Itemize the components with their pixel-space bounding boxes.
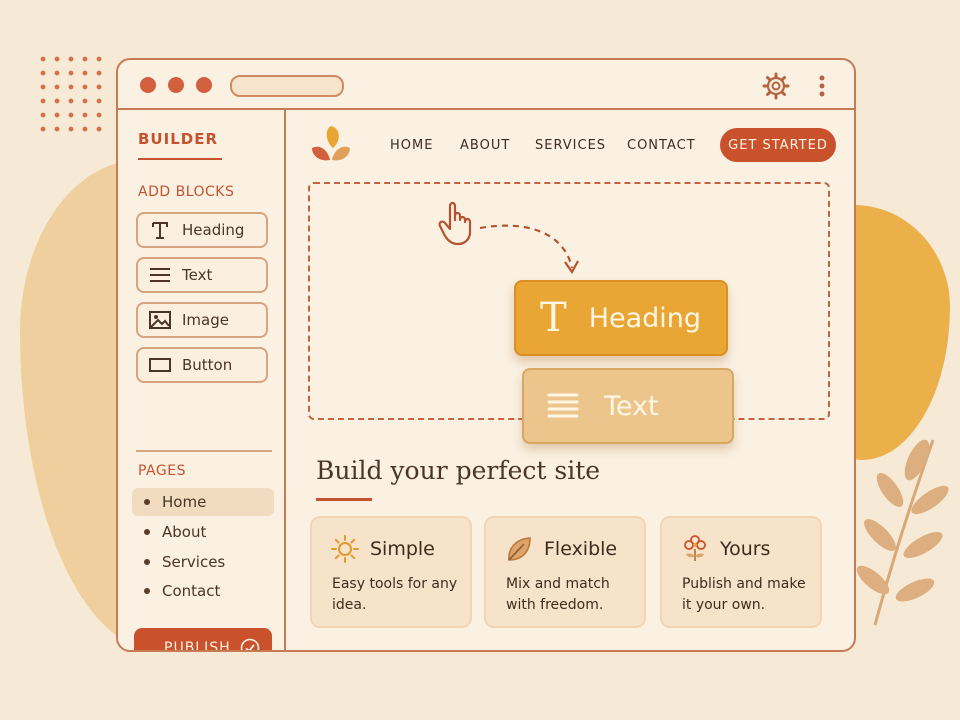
card-description: Publish and make it your own. [682, 576, 806, 613]
check-circle-icon [240, 638, 260, 650]
bullet-icon [144, 588, 150, 594]
drag-arrow-icon [479, 224, 579, 275]
add-blocks-heading: ADD BLOCKS [138, 184, 235, 200]
heading-icon [148, 220, 172, 240]
block-heading-button[interactable]: Heading [136, 212, 268, 248]
publish-button[interactable]: PUBLISH [134, 628, 272, 652]
sidebar-brand: BUILDER [138, 130, 219, 148]
block-image-button[interactable]: Image [136, 302, 268, 338]
page-preview: HOME ABOUT SERVICES CONTACT GET STARTED … [286, 110, 854, 650]
bullet-icon [144, 559, 150, 565]
hero-underline [316, 498, 372, 501]
sidebar-divider [136, 450, 272, 452]
window-minimize-dot[interactable] [168, 77, 184, 93]
page-item-home[interactable]: Home [132, 488, 274, 516]
page-label: About [162, 523, 207, 541]
image-icon [148, 310, 172, 330]
block-label: Text [182, 266, 213, 284]
nav-link-contact[interactable]: CONTACT [627, 138, 696, 153]
sun-icon [331, 535, 359, 563]
feature-card-yours: Yours Publish and make it your own. [660, 516, 822, 628]
nav-link-about[interactable]: ABOUT [460, 138, 510, 153]
nav-link-home[interactable]: HOME [390, 138, 433, 153]
pages-heading: PAGES [138, 463, 186, 479]
card-description: Mix and match with freedom. [506, 576, 610, 613]
block-label: Image [182, 311, 229, 329]
window-close-dot[interactable] [140, 77, 156, 93]
text-lines-icon [148, 265, 172, 285]
block-label: Button [182, 356, 233, 374]
window-maximize-dot[interactable] [196, 77, 212, 93]
card-description: Easy tools for any idea. [332, 576, 458, 613]
dragged-text-label: Text [604, 390, 659, 422]
hero-title: Build your perfect site [316, 456, 601, 485]
page-item-about[interactable]: About [132, 518, 274, 546]
gear-icon[interactable] [762, 72, 790, 100]
feature-card-flexible: Flexible Mix and match with freedom. [484, 516, 646, 628]
builder-sidebar: BUILDER ADD BLOCKS Heading Text Image Bu… [118, 110, 286, 650]
leaf-icon [508, 537, 531, 561]
leaf-branch-decoration [856, 439, 949, 626]
block-button-button[interactable]: Button [136, 347, 268, 383]
site-logo [312, 126, 350, 161]
heading-icon: T [540, 295, 567, 341]
card-title: Simple [370, 538, 435, 560]
browser-window: BUILDER ADD BLOCKS Heading Text Image Bu… [116, 58, 856, 652]
page-item-services[interactable]: Services [132, 548, 274, 576]
card-title: Yours [720, 538, 771, 560]
page-item-contact[interactable]: Contact [132, 577, 274, 605]
address-bar[interactable] [230, 75, 344, 97]
page-label: Contact [162, 582, 221, 600]
card-title: Flexible [544, 538, 618, 560]
get-started-button[interactable]: GET STARTED [720, 128, 836, 162]
window-titlebar [118, 60, 854, 110]
block-text-button[interactable]: Text [136, 257, 268, 293]
block-label: Heading [182, 221, 245, 239]
button-icon [148, 355, 172, 375]
feature-card-simple: Simple Easy tools for any idea. [310, 516, 472, 628]
nav-link-services[interactable]: SERVICES [535, 138, 606, 153]
more-options-icon[interactable] [818, 74, 826, 98]
dragged-heading-block[interactable]: T Heading [514, 280, 728, 356]
bullet-icon [144, 529, 150, 535]
page-label: Services [162, 553, 226, 571]
dragged-heading-label: Heading [588, 302, 702, 334]
text-lines-icon [547, 393, 579, 418]
brand-underline [138, 158, 222, 160]
pointer-hand-icon [438, 201, 472, 246]
flower-icon [684, 535, 706, 561]
page-label: Home [162, 493, 207, 511]
dot-pattern [36, 52, 106, 137]
dragged-text-block[interactable]: Text [522, 368, 734, 444]
bullet-icon [144, 499, 150, 505]
publish-label: PUBLISH [164, 640, 231, 652]
